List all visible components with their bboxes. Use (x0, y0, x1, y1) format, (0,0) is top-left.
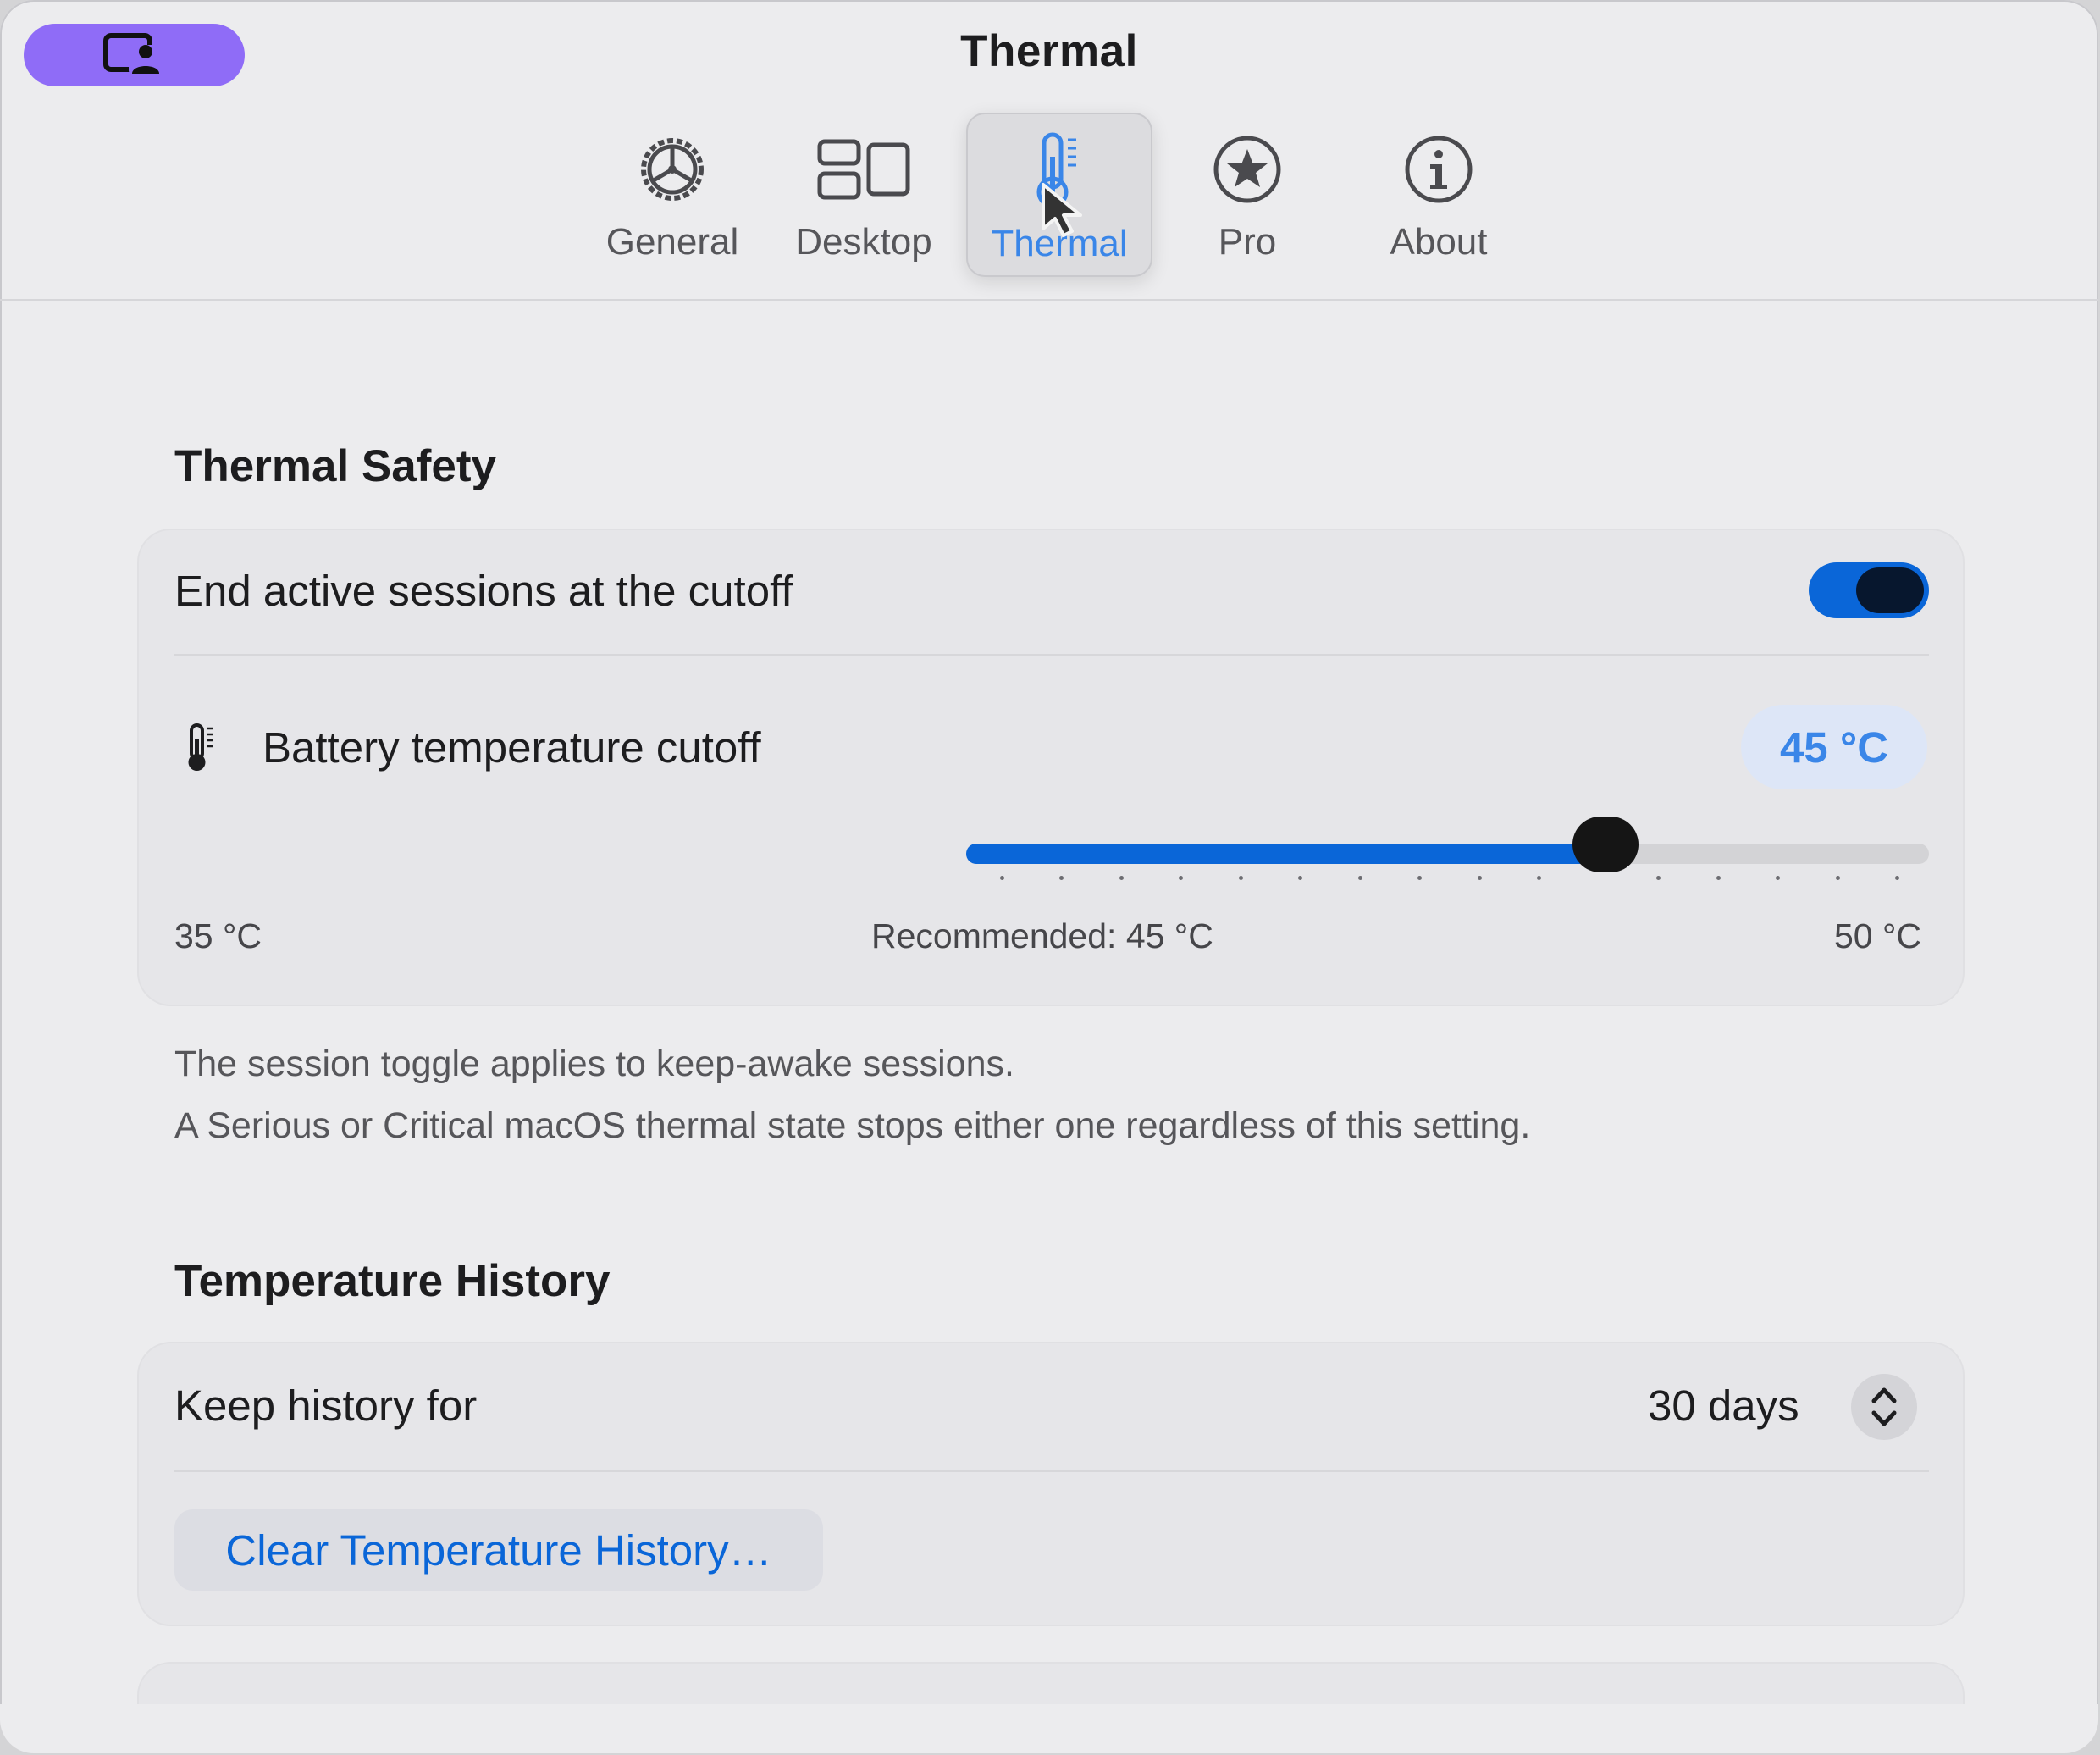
tab-about[interactable]: About (1347, 113, 1530, 274)
tab-desktop[interactable]: Desktop (772, 113, 955, 274)
divider (174, 654, 1929, 656)
tab-label: Desktop (795, 221, 932, 263)
thermometer-icon (188, 723, 213, 771)
gear-icon (641, 138, 704, 201)
end-sessions-toggle[interactable] (1809, 562, 1929, 618)
slider-fill (966, 844, 1605, 864)
tab-label: General (605, 221, 739, 263)
chevron-up-down-icon (1871, 1387, 1897, 1426)
slider-tick (1357, 876, 1362, 880)
toolbar: Thermal General Desktop Thermal Pro Abou… (0, 0, 2098, 301)
window-title: Thermal (960, 26, 1138, 76)
star-circle-icon (1213, 136, 1281, 203)
tab-pro[interactable]: Pro (1156, 113, 1339, 274)
tab-general[interactable]: General (581, 113, 764, 274)
recommended-label: Recommended: 45 °C (871, 916, 1213, 955)
slider-tick (1716, 876, 1721, 880)
divider (174, 1470, 1929, 1472)
toggle-knob (1856, 567, 1924, 613)
window-bottom-edge (0, 1704, 2098, 1753)
keep-history-popup-button[interactable] (1851, 1374, 1917, 1440)
end-sessions-label: End active sessions at the cutoff (174, 567, 793, 615)
keep-history-value[interactable]: 30 days (1648, 1381, 1799, 1431)
slider-tick (1000, 876, 1004, 880)
info-circle-icon (1405, 136, 1473, 203)
section-title-temperature-history: Temperature History (174, 1256, 611, 1306)
slider-min-label: 35 °C (174, 916, 262, 955)
slider-tick (1119, 876, 1124, 880)
slider-tick (1477, 876, 1482, 880)
desktop-layout-icon (817, 139, 910, 200)
keep-history-label: Keep history for (174, 1381, 478, 1430)
tab-label: About (1390, 221, 1488, 263)
section-title-thermal-safety: Thermal Safety (174, 441, 496, 491)
tab-label: Pro (1218, 221, 1277, 263)
slider-tick (1895, 876, 1899, 880)
slider-tick (1238, 876, 1243, 880)
slider-thumb[interactable] (1572, 817, 1639, 872)
clear-history-button[interactable]: Clear Temperature History… (174, 1509, 823, 1591)
cutoff-label: Battery temperature cutoff (262, 723, 761, 772)
note-line-1: The session toggle applies to keep-awake… (174, 1044, 1014, 1084)
mouse-pointer-icon (1042, 183, 1082, 237)
cutoff-value-badge: 45 °C (1741, 705, 1927, 789)
cutoff-slider[interactable] (966, 817, 1929, 872)
slider-tick (1835, 876, 1840, 880)
note-line-2: A Serious or Critical macOS thermal stat… (174, 1105, 1531, 1146)
slider-max-label: 50 °C (1834, 916, 1922, 955)
settings-window: Thermal General Desktop Thermal Pro Abou… (0, 0, 2098, 1753)
